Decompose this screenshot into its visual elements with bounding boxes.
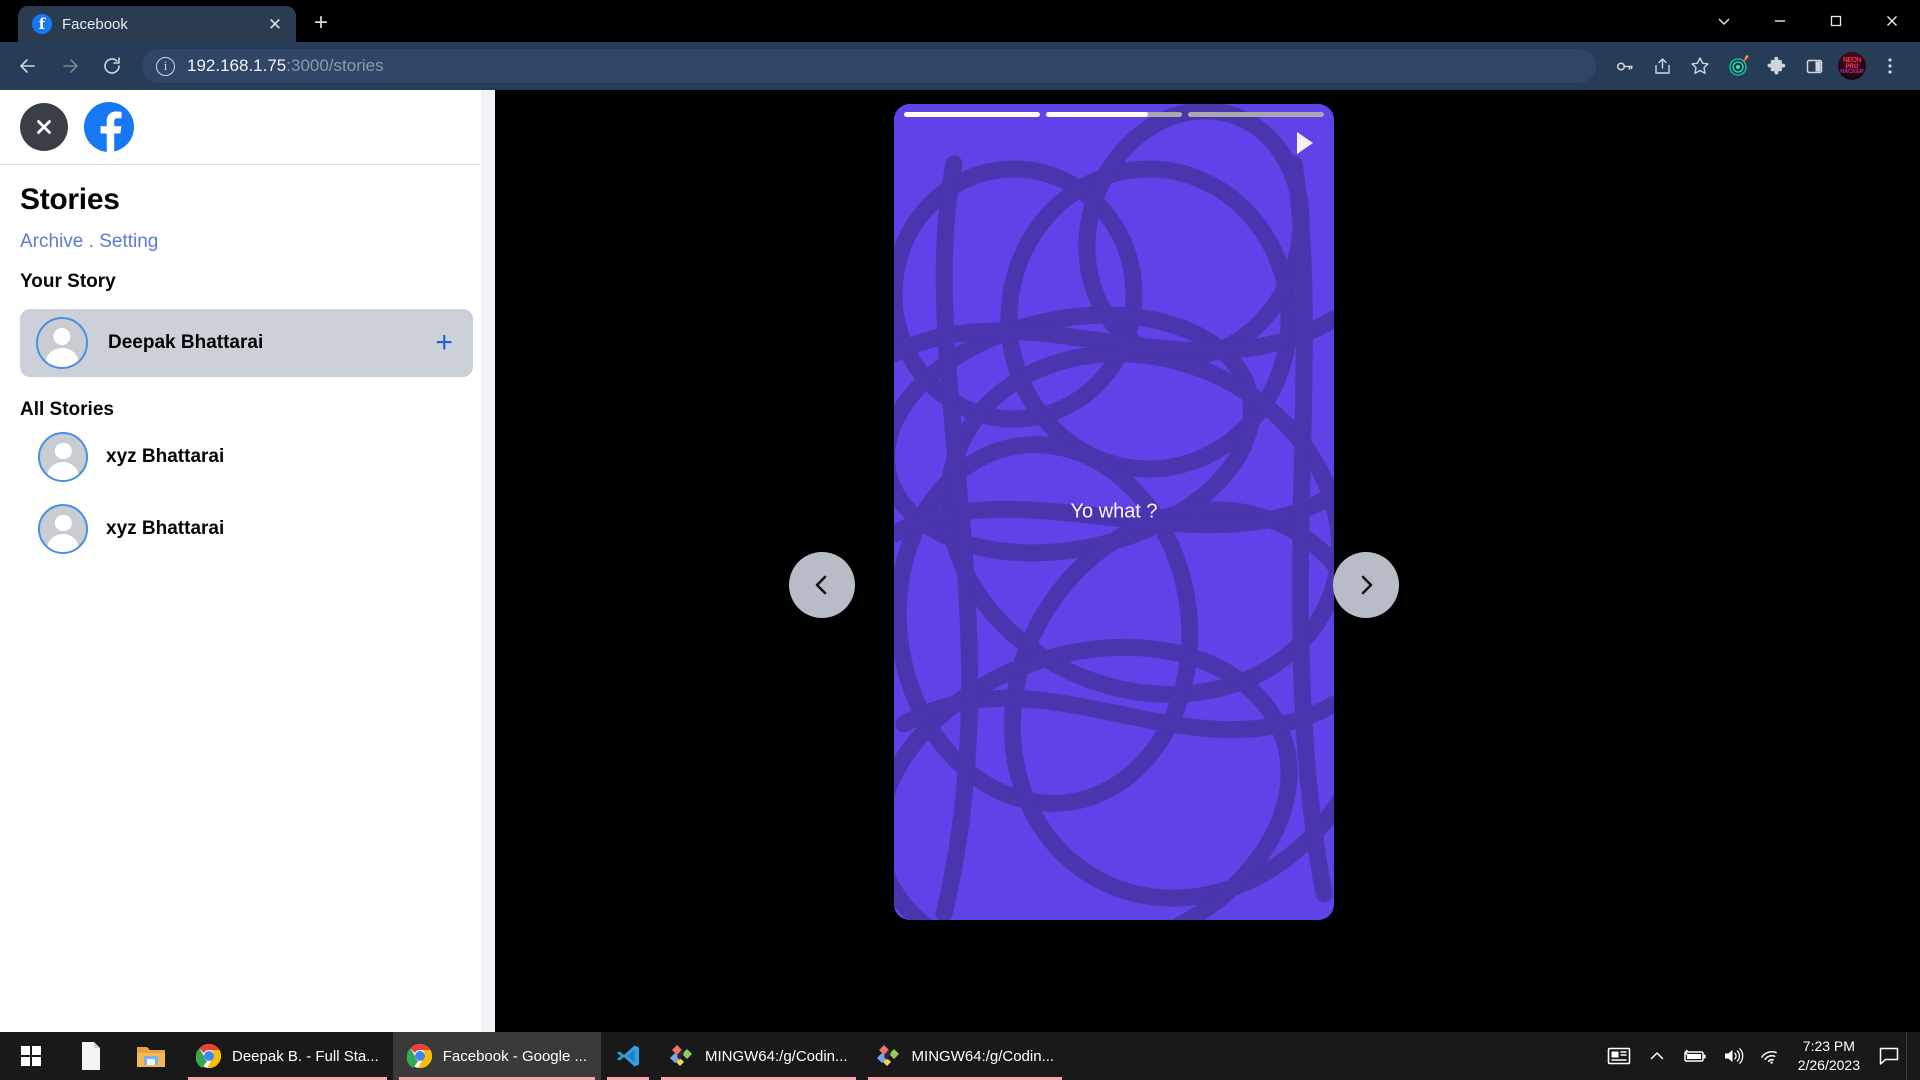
taskbar-item-gitbash-2[interactable]: MINGW64:/g/Codin... (862, 1032, 1069, 1080)
taskbar-item-document[interactable] (62, 1032, 120, 1080)
progress-segment-2[interactable] (1046, 112, 1182, 117)
sidebar-links: Archive . Setting (20, 231, 473, 253)
avatar (38, 432, 88, 482)
clock-date: 2/26/2023 (1797, 1057, 1860, 1073)
taskbar-item-label: Deepak B. - Full Sta... (232, 1047, 379, 1065)
action-center-icon[interactable] (1872, 1032, 1906, 1080)
password-key-icon[interactable] (1606, 48, 1642, 84)
browser-toolbar: i 192.168.1.75:3000/stories NEON PRO HAC… (0, 42, 1920, 90)
tab-title: Facebook (62, 15, 128, 33)
archive-link[interactable]: Archive (20, 231, 83, 252)
show-desktop-button[interactable] (1906, 1032, 1914, 1080)
browser-window: f Facebook ✕ + i 192.168.1.75:3000/stori… (0, 0, 1920, 1080)
your-story-name: Deepak Bhattarai (108, 332, 264, 353)
your-story-row[interactable]: Deepak Bhattarai + (20, 309, 473, 377)
story-caption: Yo what ? (1070, 500, 1158, 523)
back-arrow-icon[interactable] (8, 46, 48, 86)
url-host: 192.168.1.75 (187, 56, 287, 75)
taskbar-item-gitbash-1[interactable]: MINGW64:/g/Codin... (655, 1032, 862, 1080)
setting-link[interactable]: Setting (99, 231, 158, 252)
maximize-button[interactable] (1808, 0, 1864, 42)
taskbar-item-file-explorer[interactable] (120, 1032, 182, 1080)
taskbar-clock[interactable]: 7:23 PM 2/26/2023 (1790, 1037, 1872, 1075)
url-path: :3000/stories (286, 56, 384, 75)
next-story-button[interactable] (1333, 552, 1399, 618)
bookmark-star-icon[interactable] (1682, 48, 1718, 84)
stories-sidebar: Stories Archive . Setting Your Story Dee… (0, 90, 495, 1080)
share-icon[interactable] (1644, 48, 1680, 84)
tab-search-button[interactable] (1696, 0, 1752, 42)
window-controls (1696, 0, 1920, 42)
minimize-button[interactable] (1752, 0, 1808, 42)
tab-close-icon[interactable]: ✕ (264, 13, 286, 35)
reload-icon[interactable] (92, 46, 132, 86)
close-window-button[interactable] (1864, 0, 1920, 42)
sidebar-body: Stories Archive . Setting Your Story Dee… (0, 165, 495, 565)
toolbar-icon-group: NEON PRO HACKER (1606, 48, 1912, 84)
story-user-name: xyz Bhattarai (106, 446, 225, 467)
sidebar-header (0, 90, 495, 165)
list-item[interactable]: xyz Bhattarai (20, 493, 473, 565)
profile-avatar-image: NEON PRO HACKER (1838, 52, 1866, 80)
clock-time: 7:23 PM (1802, 1038, 1855, 1055)
browser-tab-facebook[interactable]: f Facebook ✕ (18, 6, 296, 42)
taskbar-item-label: MINGW64:/g/Codin... (704, 1047, 848, 1065)
all-stories-heading: All Stories (20, 399, 114, 420)
sidebar-scrollbar[interactable] (481, 90, 495, 1080)
forward-arrow-icon[interactable] (50, 46, 90, 86)
page-viewport: Stories Archive . Setting Your Story Dee… (0, 90, 1920, 1080)
taskbar-item-vscode[interactable] (601, 1032, 655, 1080)
links-separator: . (83, 231, 100, 252)
new-tab-button[interactable]: + (304, 6, 338, 40)
extension-target-icon[interactable] (1720, 48, 1756, 84)
story-user-name: xyz Bhattarai (106, 518, 225, 539)
list-item[interactable]: xyz Bhattarai (20, 421, 473, 493)
address-bar-url: 192.168.1.75:3000/stories (187, 56, 384, 76)
taskbar-item-label: Facebook - Google ... (442, 1047, 587, 1065)
taskbar-item-chrome-facebook[interactable]: Facebook - Google ... (392, 1032, 601, 1080)
progress-segment-1[interactable] (904, 112, 1040, 117)
previous-story-button[interactable] (789, 552, 855, 618)
your-story-heading: Your Story (20, 271, 116, 292)
sidepanel-icon[interactable] (1796, 48, 1832, 84)
story-progress-bars (904, 112, 1324, 117)
address-bar[interactable]: i 192.168.1.75:3000/stories (142, 49, 1596, 83)
taskbar-item-label: MINGW64:/g/Codin... (911, 1047, 1055, 1065)
facebook-logo-icon[interactable] (84, 102, 134, 152)
chrome-menu-icon[interactable] (1872, 48, 1908, 84)
profile-avatar[interactable]: NEON PRO HACKER (1834, 48, 1870, 84)
show-hidden-icons-chevron[interactable] (1638, 1032, 1676, 1080)
site-info-icon[interactable]: i (156, 56, 175, 76)
avatar (38, 504, 88, 554)
start-icon[interactable] (0, 1032, 62, 1080)
play-icon[interactable] (1294, 130, 1316, 156)
battery-charging-icon[interactable] (1676, 1032, 1714, 1080)
browser-title-bar: f Facebook ✕ + (0, 0, 1920, 42)
add-story-button[interactable]: + (435, 328, 453, 358)
windows-taskbar: Deepak B. - Full Sta... Facebook - Googl… (0, 1032, 1920, 1080)
story-stage: Yo what ? (495, 90, 1920, 1080)
page-title: Stories (20, 183, 120, 216)
close-stories-button[interactable] (20, 103, 68, 151)
taskbar-item-chrome-deepak[interactable]: Deepak B. - Full Sta... (182, 1032, 393, 1080)
system-tray: 7:23 PM 2/26/2023 (1600, 1032, 1920, 1080)
volume-icon[interactable] (1714, 1032, 1752, 1080)
news-weather-icon[interactable] (1600, 1032, 1638, 1080)
avatar (36, 317, 88, 369)
facebook-favicon-icon: f (32, 14, 52, 34)
wifi-icon[interactable] (1752, 1032, 1790, 1080)
progress-segment-3[interactable] (1188, 112, 1324, 117)
story-card[interactable]: Yo what ? (894, 104, 1334, 920)
extensions-puzzle-icon[interactable] (1758, 48, 1794, 84)
